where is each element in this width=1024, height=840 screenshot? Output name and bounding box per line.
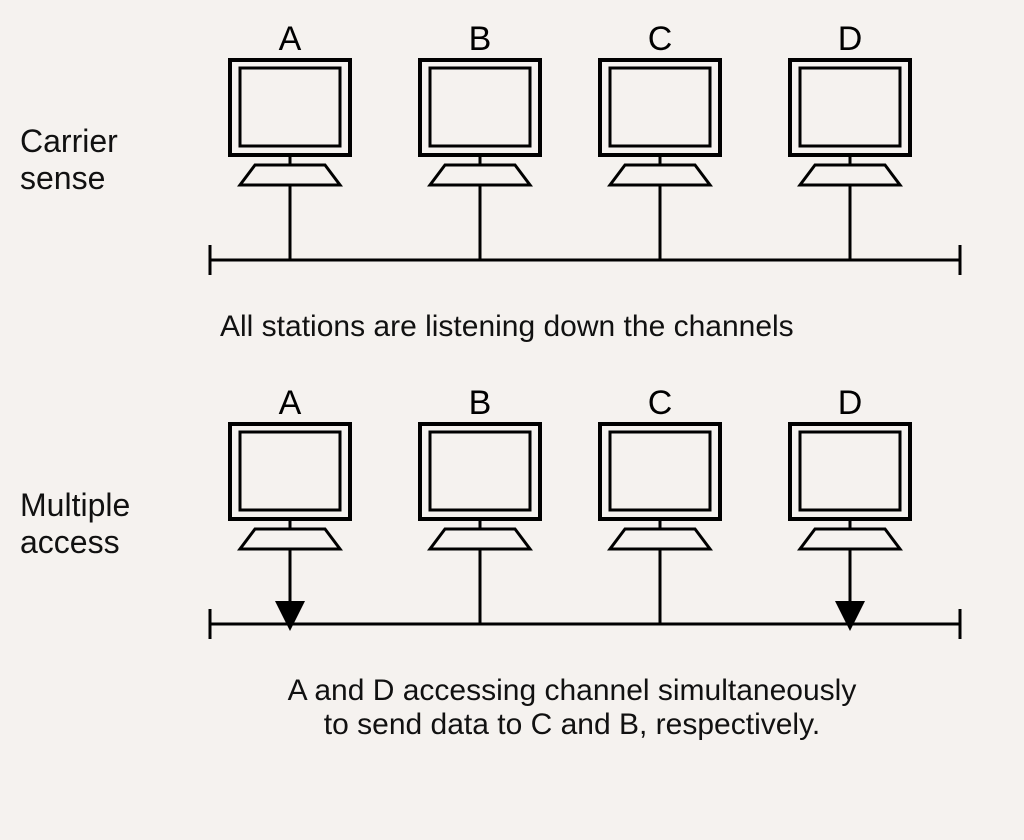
station-letter-a: A	[279, 20, 302, 58]
caption-line: to send data to C and B, respectively.	[324, 708, 820, 741]
computer-icon	[790, 60, 910, 185]
caption-line: A and D accessing channel simultaneously	[288, 674, 857, 707]
computer-icon	[230, 60, 350, 185]
carrier-sense-stage: A B C D	[200, 20, 1004, 300]
multiple-access-label: Multiple access	[20, 487, 200, 561]
computer-icon	[600, 424, 720, 549]
multiple-access-section: Multiple access A B C D	[20, 384, 1004, 664]
carrier-sense-section: Carrier sense A B C D	[20, 20, 1004, 300]
computer-icon	[600, 60, 720, 185]
station-letter-b: B	[469, 384, 492, 422]
carrier-sense-caption: All stations are listening down the chan…	[220, 310, 1004, 344]
station-letter-b: B	[469, 20, 492, 58]
station-letter-a: A	[279, 384, 302, 422]
carrier-sense-svg: A B C D	[200, 20, 990, 300]
computer-icon	[420, 424, 540, 549]
station-letter-c: C	[648, 20, 673, 58]
label-line: access	[20, 524, 120, 560]
station-letter-d: D	[838, 20, 863, 58]
multiple-access-svg: A B C D	[200, 384, 990, 664]
multiple-access-stage: A B C D	[200, 384, 1004, 664]
computer-icon	[790, 424, 910, 549]
station-letter-c: C	[648, 384, 673, 422]
carrier-sense-label: Carrier sense	[20, 123, 200, 197]
label-line: Carrier	[20, 123, 118, 159]
computer-icon	[230, 424, 350, 549]
multiple-access-caption: A and D accessing channel simultaneously…	[180, 674, 964, 742]
label-line: Multiple	[20, 487, 130, 523]
station-letter-d: D	[838, 384, 863, 422]
computer-icon	[420, 60, 540, 185]
label-line: sense	[20, 160, 105, 196]
